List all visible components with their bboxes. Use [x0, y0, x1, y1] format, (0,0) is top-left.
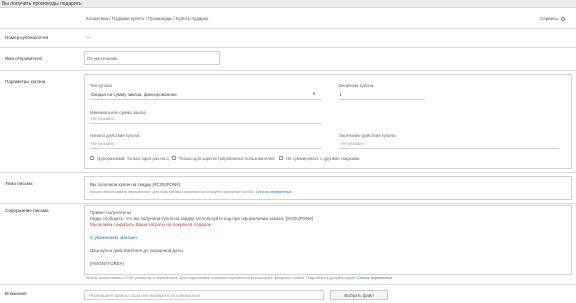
breadcrumb[interactable]: Косметика / Подарки купить / Промокоды /…: [86, 16, 208, 21]
body-hint: Можно использовать HTML-разметку и перем…: [86, 276, 393, 280]
subject-hint: Можно использовать переменные. Для подст…: [90, 190, 291, 194]
window-title-bar: Вы получить промокоды подарить: [0, 0, 576, 8]
body-line: Рады сообщить, что вы получили купон на …: [90, 216, 314, 221]
body-line: С уважением, магазин: [90, 235, 137, 240]
number-label: Номер купона/сетей: [5, 35, 49, 40]
date-to-label: Окончание действия купона: [339, 133, 396, 138]
attach-button[interactable]: Выбрать файл: [330, 290, 388, 300]
value-underline: [339, 99, 425, 100]
sender-value: По умолчанию: [87, 56, 118, 61]
settings-link[interactable]: Сервисы: [540, 16, 565, 21]
divider: [0, 203, 576, 204]
no-sum-discounts-label: Не суммировать с другими скидками: [286, 156, 360, 161]
divider: [0, 172, 576, 173]
body-line: Привет получатель!: [90, 210, 132, 215]
settings-label: Сервисы: [540, 16, 559, 21]
body-hint-text: Можно использовать HTML-разметку и перем…: [86, 276, 356, 280]
subject-value: Вы получили купон на скидку {#COUPON#}: [90, 182, 181, 187]
date-to-underline: [339, 148, 559, 149]
sender-field[interactable]: По умолчанию: [84, 51, 220, 65]
min-sum-underline: [90, 123, 322, 124]
divider: [0, 70, 576, 71]
divider: [0, 284, 576, 285]
min-sum-label: Минимальная сумма заказа: [90, 110, 146, 115]
type-label: Тип купона: [90, 83, 112, 88]
value-input[interactable]: 1: [339, 92, 342, 97]
no-sum-discounts-checkbox[interactable]: [279, 156, 283, 160]
body-line: {#SIGNATURE#}: [90, 261, 124, 266]
subject-hint-text: Можно использовать переменные. Для подст…: [90, 190, 255, 194]
gear-icon[interactable]: [560, 16, 565, 21]
attach-label: Вложения: [5, 291, 27, 296]
body-label: Содержание письма: [5, 208, 49, 213]
registered-only-checkbox[interactable]: [172, 156, 176, 160]
value-label: Величина купона: [339, 83, 374, 88]
type-underline: [90, 99, 322, 100]
single-use-checkbox[interactable]: [90, 156, 94, 160]
subject-label: Тема письма: [5, 181, 33, 186]
date-from-label: Начало действия купона: [90, 133, 140, 138]
date-to-input[interactable]: Не указано: [341, 141, 364, 146]
divider: [0, 47, 576, 48]
params-label: Параметры купона: [5, 79, 46, 84]
chevron-down-icon[interactable]: ▾: [313, 91, 315, 97]
divider: [0, 28, 576, 29]
body-line: Мы можем сократить Ваши затраты на покуп…: [90, 222, 212, 227]
date-from-underline: [90, 148, 322, 149]
attach-placeholder: Перетащите файлы сюда или выберите на ко…: [89, 293, 201, 298]
subject-hint-link[interactable]: Список переменных: [256, 190, 292, 194]
window-title: Вы получить промокоды подарить: [2, 1, 82, 7]
body-hint-link[interactable]: Список переменных: [357, 276, 393, 280]
number-value: —: [86, 35, 91, 40]
coupon-params-group: Тип купона Скидка на сумму заказа, фикси…: [84, 74, 572, 169]
body-line: Ваш купон действителен до указанной даты…: [90, 248, 184, 253]
single-use-label: Одноразовый. Только один раз на одного п…: [97, 156, 169, 161]
registered-only-label: Только для зарегистрированных пользовате…: [179, 156, 275, 161]
subject-field[interactable]: Вы получили купон на скидку {#COUPON#} М…: [84, 176, 572, 200]
body-editor[interactable]: Привет получатель! Рады сообщить, что вы…: [84, 205, 572, 275]
min-sum-input[interactable]: Не указано: [91, 116, 114, 121]
attach-dropzone[interactable]: Перетащите файлы сюда или выберите на ко…: [84, 290, 324, 300]
sender-label: Имя отправителя: [5, 56, 43, 61]
date-from-input[interactable]: Не указано: [91, 141, 114, 146]
type-select[interactable]: Скидка на сумму заказа, фиксированная: [91, 92, 177, 97]
